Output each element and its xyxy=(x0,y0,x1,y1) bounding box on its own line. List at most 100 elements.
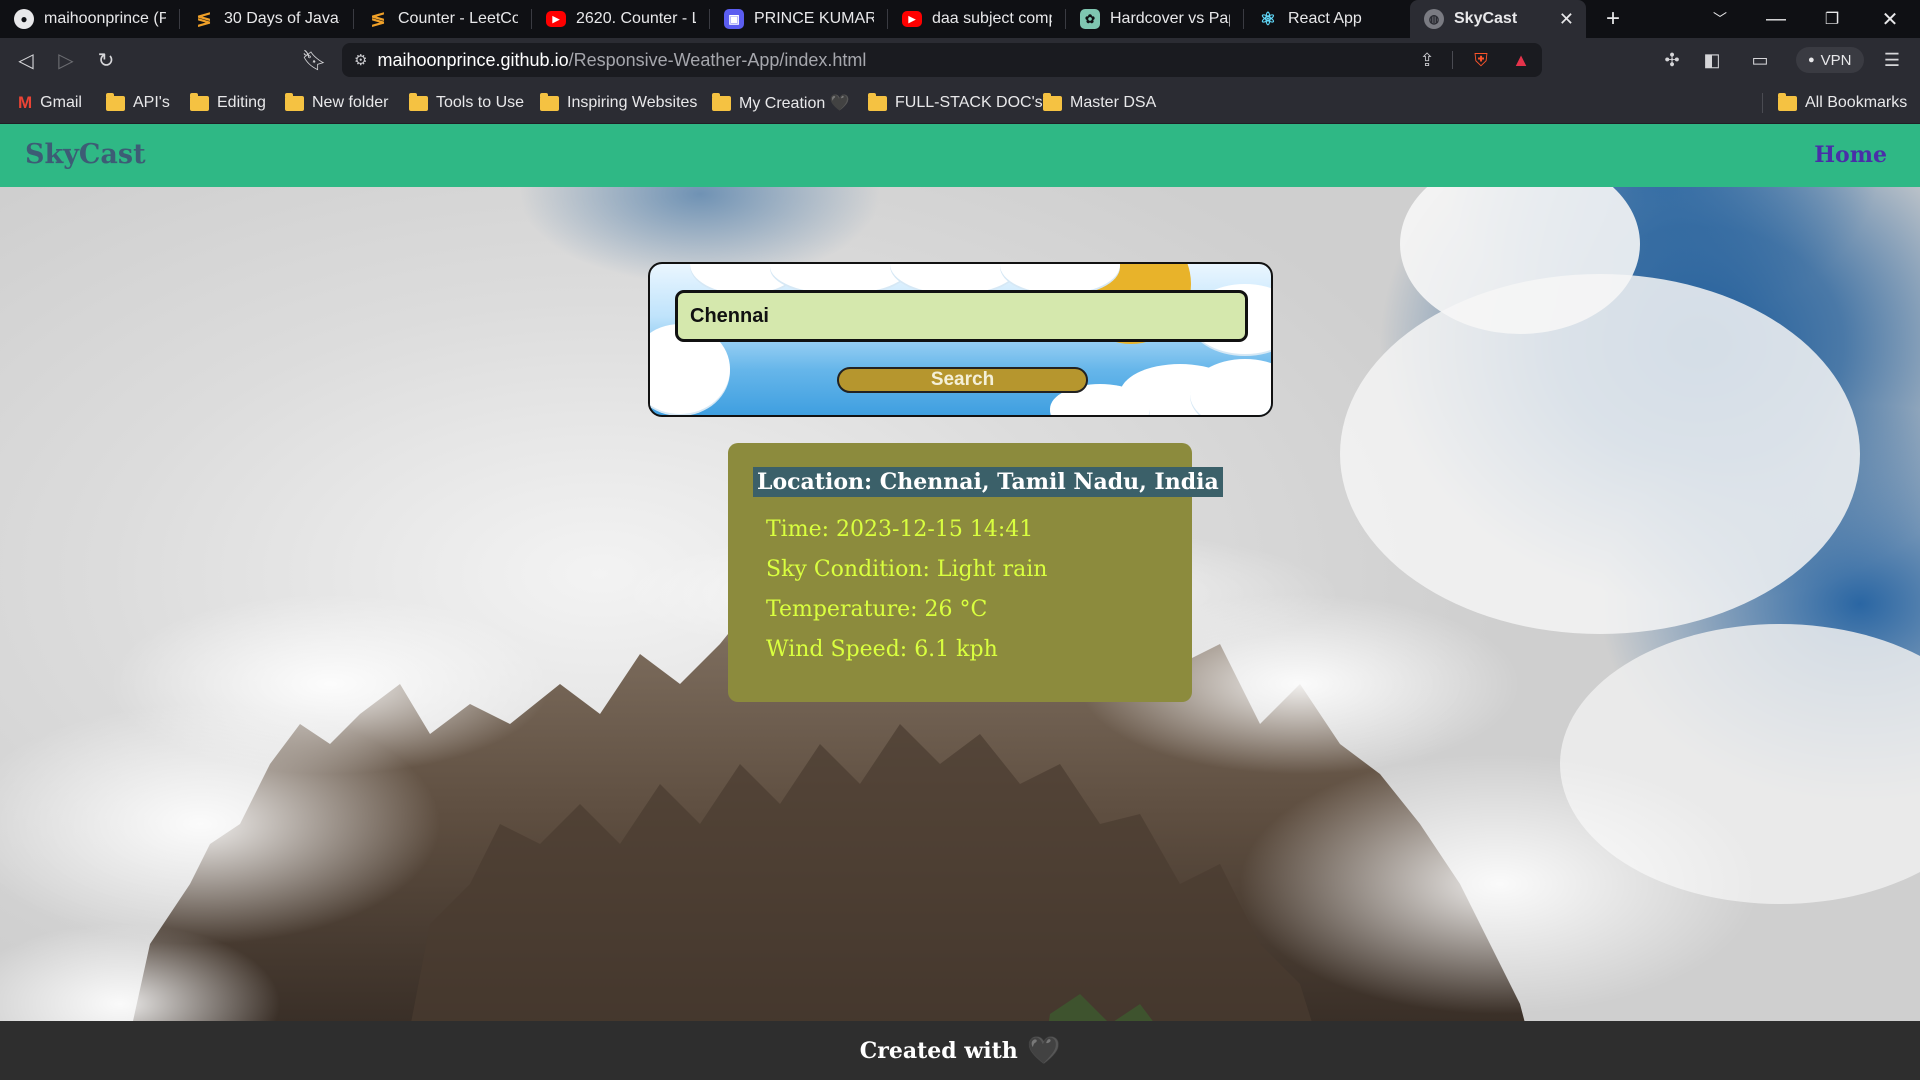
tab-title: Counter - LeetCode xyxy=(398,10,518,27)
bookmark-gmail[interactable]: M Gmail xyxy=(18,82,82,124)
vpn-status-icon: ● xyxy=(1808,54,1815,66)
bookmark-label: Master DSA xyxy=(1070,94,1157,111)
brave-rewards-icon[interactable]: ▲ xyxy=(1506,43,1536,77)
folder-icon xyxy=(190,92,209,111)
back-icon[interactable]: ◁ xyxy=(10,44,42,76)
weather-result-card: Location: Chennai, Tamil Nadu, India Tim… xyxy=(728,443,1223,702)
wallet-icon[interactable]: ▭ xyxy=(1744,44,1776,76)
bookmark-label: Tools to Use xyxy=(436,94,525,111)
wind-speed-text: Wind Speed: 6.1 kph xyxy=(766,637,998,662)
youtube-icon: ▶ xyxy=(902,11,922,27)
bookmark-label: Inspiring Websites xyxy=(567,94,698,111)
tab-30-days-js[interactable]: ≶ 30 Days of JavaScrip xyxy=(180,0,352,38)
bookmark-tools[interactable]: Tools to Use xyxy=(409,82,524,124)
bookmark-apis[interactable]: API's xyxy=(106,82,170,124)
tab-2620-counter[interactable]: ▶ 2620. Counter - Lee xyxy=(532,0,708,38)
site-navbar: SkyCast Home xyxy=(0,124,1920,187)
bookmark-my-creation[interactable]: My Creation 🖤 xyxy=(712,82,850,124)
bookmark-editing[interactable]: Editing xyxy=(190,82,266,124)
sidebar-icon[interactable]: ◧ xyxy=(1696,44,1728,76)
bookmark-label: FULL-STACK DOC's xyxy=(895,94,1043,111)
globe-icon: ◍ xyxy=(1424,9,1444,29)
react-icon: ⚛ xyxy=(1259,8,1277,29)
bookmark-master-dsa[interactable]: Master DSA xyxy=(1043,82,1156,124)
folder-icon xyxy=(1778,92,1797,111)
footer-text: Created with xyxy=(859,1037,1018,1064)
youtube-icon: ▶ xyxy=(546,11,566,27)
page-viewport: SkyCast Home Search Location: Chennai, T… xyxy=(0,124,1920,1080)
search-button[interactable]: Search xyxy=(837,367,1088,393)
tab-title: 2620. Counter - Lee xyxy=(576,10,696,27)
close-window-icon[interactable]: ✕ xyxy=(1868,0,1912,38)
close-tab-icon[interactable]: ✕ xyxy=(1559,9,1574,30)
folder-icon xyxy=(409,92,428,111)
folder-icon xyxy=(106,92,125,111)
address-bar[interactable]: ⚙ maihoonprince.github.io /Responsive-We… xyxy=(342,43,1542,77)
leetcode-icon: ≶ xyxy=(196,8,212,29)
brave-shields-icon[interactable]: ⛨ xyxy=(1466,43,1496,77)
forward-icon[interactable]: ▷ xyxy=(50,44,82,76)
leetcode-icon: ≶ xyxy=(370,8,386,29)
vpn-label: VPN xyxy=(1820,51,1852,69)
new-tab-button[interactable]: + xyxy=(1594,0,1632,38)
heart-icon: 🖤 xyxy=(1027,1035,1061,1065)
tab-title: SkyCast xyxy=(1454,10,1518,27)
url-path: /Responsive-Weather-App/index.html xyxy=(568,49,867,70)
folder-icon xyxy=(540,92,559,111)
vpn-button[interactable]: ● VPN xyxy=(1796,47,1864,73)
location-heading: Location: Chennai, Tamil Nadu, India xyxy=(753,467,1223,497)
share-icon[interactable]: ⇪ xyxy=(1412,43,1442,77)
bookmark-inspiring[interactable]: Inspiring Websites xyxy=(540,82,697,124)
folder-icon xyxy=(1043,92,1062,111)
temperature-text: Temperature: 26 °C xyxy=(766,597,988,622)
time-text: Time: 2023-12-15 14:41 xyxy=(766,517,1034,542)
site-footer: Created with 🖤 xyxy=(0,1021,1920,1080)
bookmark-fullstack[interactable]: FULL-STACK DOC's xyxy=(868,82,1043,124)
folder-icon xyxy=(712,92,731,111)
site-settings-icon[interactable]: ⚙ xyxy=(354,51,367,69)
tab-skycast[interactable]: ◍ SkyCast ✕ xyxy=(1410,0,1586,38)
bookmarks-bar: M Gmail API's Editing New folder Tools t… xyxy=(0,82,1920,124)
reload-icon[interactable]: ↻ xyxy=(90,44,122,76)
gmail-icon: M xyxy=(18,93,33,112)
tab-react-app[interactable]: ⚛ React App xyxy=(1244,0,1408,38)
bookmark-label: New folder xyxy=(312,94,389,111)
tab-hardcover[interactable]: ✿ Hardcover vs Paper xyxy=(1066,0,1242,38)
bookmark-label: API's xyxy=(133,94,170,111)
restore-window-icon[interactable]: ❐ xyxy=(1812,0,1852,38)
minimize-window-icon[interactable]: — xyxy=(1756,0,1796,38)
tab-daa-subject[interactable]: ▶ daa subject comple xyxy=(888,0,1064,38)
bookmark-new-folder[interactable]: New folder xyxy=(285,82,388,124)
bookmark-label: Gmail xyxy=(40,94,82,111)
browser-toolbar: ◁ ▷ ↻ 🔖︎ ⚙ maihoonprince.github.io /Resp… xyxy=(0,38,1920,82)
tab-counter-leetcode[interactable]: ≶ Counter - LeetCode xyxy=(354,0,530,38)
url-host: maihoonprince.github.io xyxy=(377,49,569,70)
tab-list-chevron-icon[interactable]: ﹀ xyxy=(1700,0,1740,38)
bookmark-label: Editing xyxy=(217,94,266,111)
brand-logo[interactable]: SkyCast xyxy=(25,139,146,170)
sky-condition-text: Sky Condition: Light rain xyxy=(766,557,1048,582)
tab-title: PRINCE KUMAR - A xyxy=(754,10,874,27)
tab-title: daa subject comple xyxy=(932,10,1052,27)
chatgpt-icon: ✿ xyxy=(1080,9,1100,29)
tab-title: 30 Days of JavaScrip xyxy=(224,10,340,27)
city-search-input[interactable] xyxy=(675,290,1248,342)
home-link[interactable]: Home xyxy=(1814,142,1887,168)
bookmark-label: My Creation 🖤 xyxy=(739,95,850,112)
tab-title: maihoonprince (PRI xyxy=(44,10,166,27)
bookmark-label: All Bookmarks xyxy=(1805,94,1908,111)
menu-icon[interactable]: ☰ xyxy=(1876,44,1908,76)
tab-github[interactable]: ● maihoonprince (PRI xyxy=(0,0,178,38)
tab-title: React App xyxy=(1288,10,1362,27)
bookmark-all[interactable]: All Bookmarks xyxy=(1778,82,1907,124)
extensions-icon[interactable]: ✣ xyxy=(1656,44,1688,76)
search-card: Search xyxy=(648,262,1273,417)
bookmark-icon[interactable]: 🔖︎ xyxy=(298,44,330,76)
folder-icon xyxy=(285,92,304,111)
tab-prince-kumar[interactable]: ▣ PRINCE KUMAR - A xyxy=(710,0,886,38)
browser-tab-bar: ● maihoonprince (PRI ≶ 30 Days of JavaSc… xyxy=(0,0,1920,38)
app-icon: ▣ xyxy=(724,9,744,29)
github-icon: ● xyxy=(14,9,34,29)
folder-icon xyxy=(868,92,887,111)
tab-title: Hardcover vs Paper xyxy=(1110,10,1230,27)
